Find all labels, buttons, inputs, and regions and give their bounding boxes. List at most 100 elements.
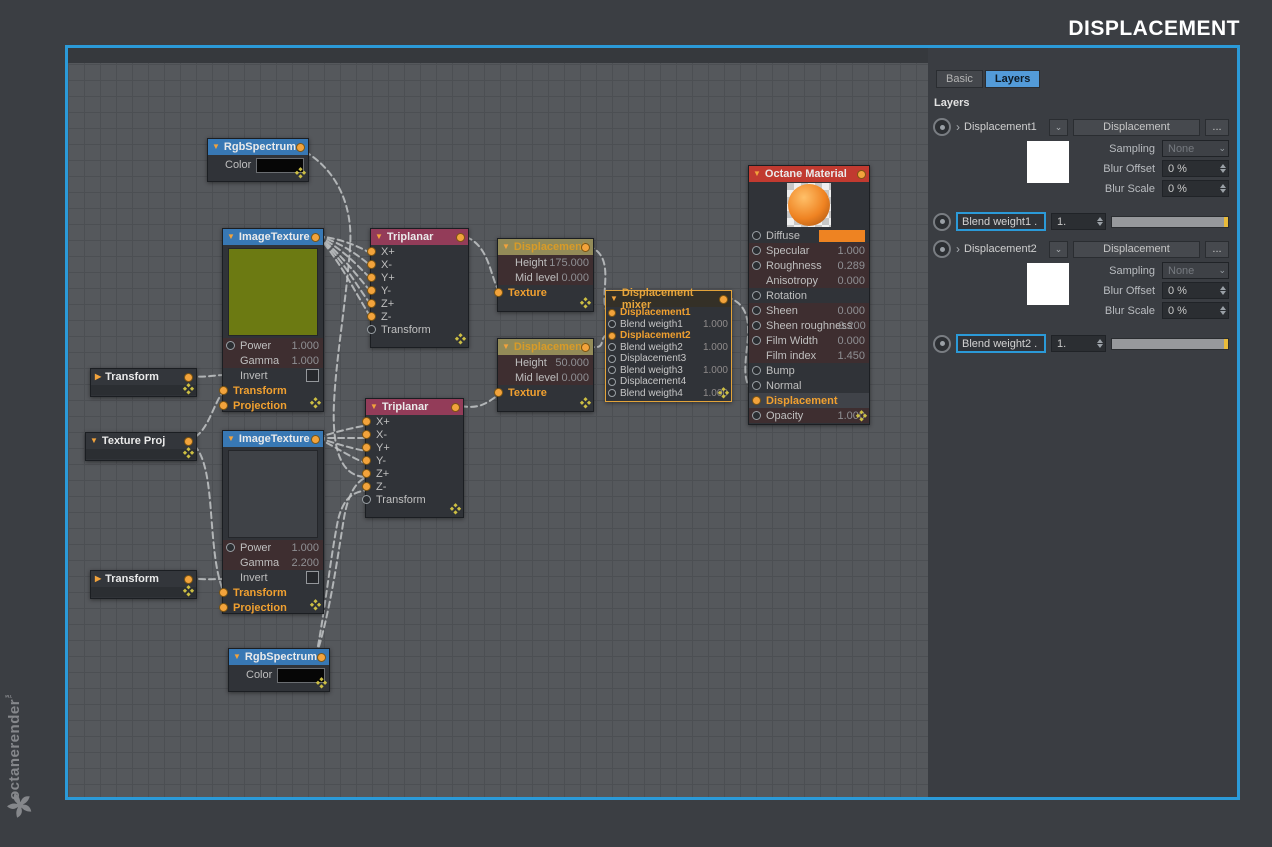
node-rgbspectrum-1[interactable]: ▼ RgbSpectrum Color — [207, 138, 309, 182]
sampling-dropdown[interactable]: None⌄ — [1162, 262, 1229, 279]
output-pin[interactable] — [317, 653, 326, 662]
collapse-icon[interactable]: ▼ — [212, 143, 220, 151]
node-imagetexture-2[interactable]: ▼ ImageTexture Power 1.000 Gamma 2.200 I… — [222, 430, 324, 614]
gamma-value[interactable]: 2.200 — [291, 557, 319, 569]
slider-handle[interactable] — [1224, 339, 1228, 349]
node-displacement-2[interactable]: ▼ Displacement Height 50.000 Mid level 0… — [497, 338, 594, 412]
blur-offset-input[interactable]: 0 % — [1162, 282, 1229, 299]
node-triplanar-1[interactable]: ▼ Triplanar X+ X- Y+ Y- Z+ Z- Transform — [370, 228, 469, 348]
input-pin-bump[interactable] — [752, 366, 761, 375]
blend-weight3-value[interactable]: 1.000 — [703, 365, 728, 376]
blend-weight1-name[interactable]: Blend weight1 . — [956, 212, 1046, 231]
invert-checkbox[interactable] — [306, 369, 319, 382]
node-rgbspectrum-2[interactable]: ▼ RgbSpectrum Color — [228, 648, 330, 692]
collapse-icon[interactable]: ▼ — [233, 653, 241, 661]
output-pin[interactable] — [581, 343, 590, 352]
input-pin-power[interactable] — [226, 543, 235, 552]
tab-basic[interactable]: Basic — [936, 70, 983, 88]
input-pin-y-plus[interactable] — [362, 443, 371, 452]
spinner-icon[interactable] — [1217, 164, 1226, 173]
input-pin-blend-weight3[interactable] — [608, 366, 616, 374]
input-pin-y-plus[interactable] — [367, 273, 376, 282]
node-imagetexture-1[interactable]: ▼ ImageTexture Power 1.000 Gamma 1.000 I… — [222, 228, 324, 412]
expander-icon[interactable]: › — [956, 242, 960, 256]
output-pin[interactable] — [184, 373, 193, 382]
blur-scale-input[interactable]: 0 % — [1162, 180, 1229, 197]
sheen-roughness-value[interactable]: 0.200 — [838, 320, 866, 332]
invert-checkbox[interactable] — [306, 571, 319, 584]
collapse-icon[interactable]: ▼ — [753, 170, 761, 178]
layer1-type-button[interactable]: Displacement — [1073, 119, 1200, 136]
input-pin-opacity[interactable] — [752, 411, 761, 420]
node-texture-proj[interactable]: ▼ Texture Proj — [85, 432, 197, 461]
collapse-icon[interactable]: ▼ — [502, 343, 510, 351]
output-pin[interactable] — [296, 143, 305, 152]
collapse-icon[interactable]: ▶ — [95, 575, 101, 583]
input-pin-texture[interactable] — [494, 288, 503, 297]
output-pin[interactable] — [184, 437, 193, 446]
input-pin-x-minus[interactable] — [367, 260, 376, 269]
input-pin-power[interactable] — [226, 341, 235, 350]
input-pin-specular[interactable] — [752, 246, 761, 255]
input-pin-displacement1[interactable] — [608, 309, 616, 317]
node-graph-canvas[interactable]: ▼ RgbSpectrum Color ▼ ImageTexture Power… — [68, 48, 928, 797]
input-pin-x-plus[interactable] — [362, 417, 371, 426]
resize-handle[interactable] — [182, 383, 195, 396]
node-transform-2[interactable]: ▶ Transform — [90, 570, 197, 599]
input-pin-transform[interactable] — [219, 386, 228, 395]
layer1-texture-swatch[interactable] — [1027, 141, 1069, 183]
layer2-type-button[interactable]: Displacement — [1073, 241, 1200, 258]
layer1-enable-radio[interactable] — [933, 118, 951, 136]
output-pin[interactable] — [581, 243, 590, 252]
layer1-more-button[interactable]: ... — [1205, 119, 1229, 136]
input-pin-x-minus[interactable] — [362, 430, 371, 439]
input-pin-displacement2[interactable] — [608, 332, 616, 340]
collapse-icon[interactable]: ▶ — [95, 373, 101, 381]
input-pin-transform[interactable] — [367, 325, 376, 334]
diffuse-swatch[interactable] — [819, 230, 865, 242]
input-pin-blend-weight2[interactable] — [608, 343, 616, 351]
node-triplanar-2[interactable]: ▼ Triplanar X+ X- Y+ Y- Z+ Z- Transform — [365, 398, 464, 518]
input-pin-diffuse[interactable] — [752, 231, 761, 240]
output-pin[interactable] — [311, 435, 320, 444]
node-displacement-1[interactable]: ▼ Displacement Height 175.000 Mid level … — [497, 238, 594, 312]
collapse-icon[interactable]: ▼ — [227, 233, 235, 241]
node-displacement-mixer[interactable]: ▼ Displacement mixer Displacement1 Blend… — [605, 290, 732, 402]
collapse-icon[interactable]: ▼ — [227, 435, 235, 443]
layer2-texture-swatch[interactable] — [1027, 263, 1069, 305]
input-pin-z-plus[interactable] — [367, 299, 376, 308]
spinner-icon[interactable] — [1094, 217, 1103, 226]
resize-handle[interactable] — [182, 447, 195, 460]
input-pin-displacement[interactable] — [752, 396, 761, 405]
anisotropy-value[interactable]: 0.000 — [837, 275, 865, 287]
film-width-value[interactable]: 0.000 — [837, 335, 865, 347]
blend-weight2-value[interactable]: 1.000 — [703, 342, 728, 353]
roughness-value[interactable]: 0.289 — [837, 260, 865, 272]
spinner-icon[interactable] — [1217, 184, 1226, 193]
input-pin-roughness[interactable] — [752, 261, 761, 270]
node-transform-1[interactable]: ▶ Transform — [90, 368, 197, 397]
input-pin-projection[interactable] — [219, 401, 228, 410]
blend-weight2-name[interactable]: Blend weight2 . — [956, 334, 1046, 353]
height-value[interactable]: 175.000 — [549, 257, 589, 269]
output-pin[interactable] — [456, 233, 465, 242]
output-pin[interactable] — [311, 233, 320, 242]
blend-weight1-value[interactable]: 1.000 — [703, 319, 728, 330]
sampling-dropdown[interactable]: None⌄ — [1162, 140, 1229, 157]
blur-scale-input[interactable]: 0 % — [1162, 302, 1229, 319]
output-pin[interactable] — [857, 170, 866, 179]
input-pin-projection[interactable] — [219, 603, 228, 612]
collapse-icon[interactable]: ▼ — [502, 243, 510, 251]
node-octane-material[interactable]: ▼ Octane Material Diffuse Specular 1.000… — [748, 165, 870, 425]
collapse-icon[interactable]: ▼ — [370, 403, 378, 411]
slider-handle[interactable] — [1224, 217, 1228, 227]
input-pin-texture[interactable] — [494, 388, 503, 397]
power-value[interactable]: 1.000 — [291, 542, 319, 554]
input-pin-film-width[interactable] — [752, 336, 761, 345]
input-pin-z-minus[interactable] — [362, 482, 371, 491]
collapse-icon[interactable]: ▼ — [375, 233, 383, 241]
output-pin[interactable] — [451, 403, 460, 412]
blend1-enable-radio[interactable] — [933, 213, 951, 231]
input-pin-sheen-roughness[interactable] — [752, 321, 761, 330]
spinner-icon[interactable] — [1217, 286, 1226, 295]
